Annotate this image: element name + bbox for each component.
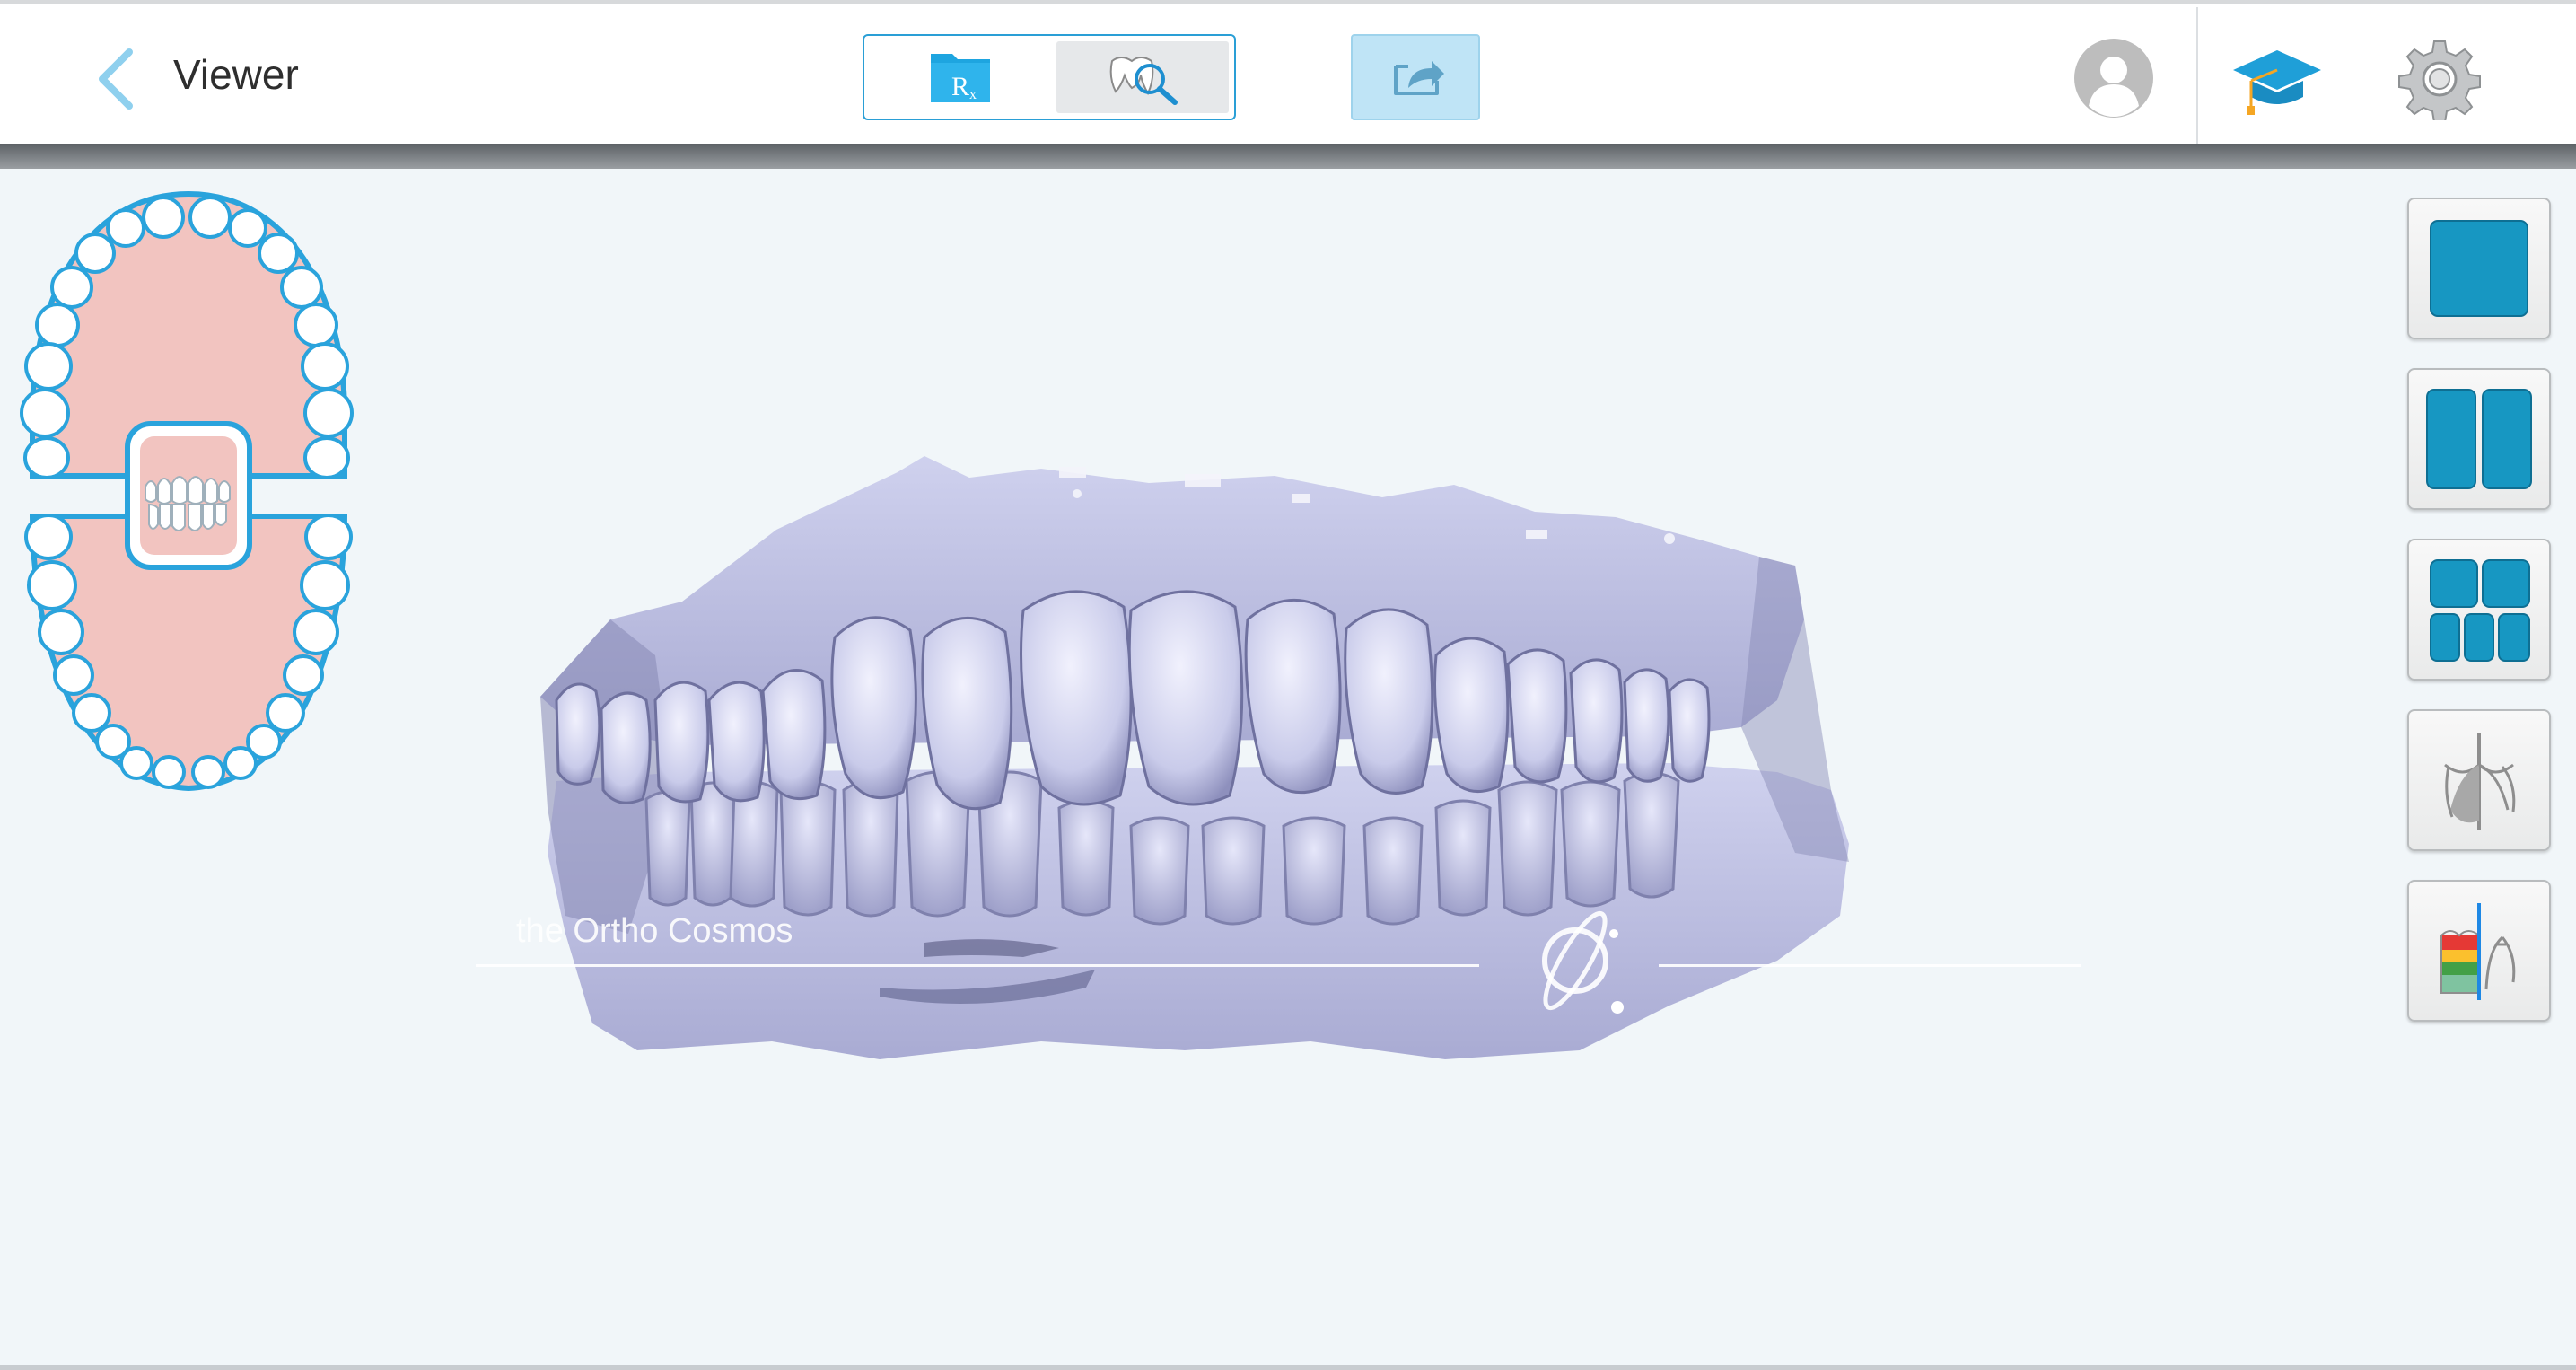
two-pane-icon xyxy=(2426,389,2532,489)
tooth-magnifier-icon xyxy=(1109,57,1178,105)
settings-button[interactable] xyxy=(2398,38,2481,123)
chevron-left-icon xyxy=(99,48,133,110)
share-icon xyxy=(1394,61,1444,95)
single-pane-icon xyxy=(2430,220,2528,317)
multi-view-button[interactable] xyxy=(2407,539,2551,681)
five-pane-icon xyxy=(2430,559,2530,662)
colormap-button[interactable] xyxy=(2407,880,2551,1022)
page-title: Viewer xyxy=(173,51,299,98)
single-view-button[interactable] xyxy=(2407,198,2551,339)
jaw-navigator[interactable] xyxy=(20,189,357,799)
dual-view-button[interactable] xyxy=(2407,368,2551,510)
bottom-border xyxy=(0,1365,2576,1370)
share-button[interactable] xyxy=(1351,34,1480,120)
header-divider xyxy=(2196,7,2198,147)
user-icon xyxy=(2074,39,2153,118)
watermark-text: the Ortho Cosmos xyxy=(516,912,793,950)
planet-logo-icon xyxy=(1517,898,1634,1023)
dental-arch-icon xyxy=(20,190,354,792)
svg-text:R: R xyxy=(951,72,969,101)
rx-folder-icon: R x xyxy=(931,54,990,102)
bite-split-icon xyxy=(2444,733,2516,830)
top-bar: Viewer R x xyxy=(0,0,2576,147)
view-mode-toggle: R x xyxy=(863,34,1236,120)
occlusogram-button[interactable] xyxy=(2407,709,2551,851)
header-shadow xyxy=(0,144,2576,169)
learning-center-button[interactable] xyxy=(2228,36,2326,120)
user-avatar[interactable] xyxy=(2073,38,2154,119)
svg-text:x: x xyxy=(969,87,977,102)
watermark-line-right xyxy=(1659,964,2081,967)
teeth-scan-render xyxy=(540,456,1849,1059)
gear-icon xyxy=(2398,40,2481,123)
rx-tab[interactable]: R x xyxy=(870,41,1049,113)
dental-3d-model[interactable] xyxy=(503,431,2055,1095)
color-map-icon xyxy=(2440,903,2516,1000)
graduation-cap-icon xyxy=(2233,50,2321,115)
back-button[interactable] xyxy=(90,43,144,115)
viewer-tab[interactable] xyxy=(1056,41,1229,113)
watermark-line-left xyxy=(476,964,1479,967)
